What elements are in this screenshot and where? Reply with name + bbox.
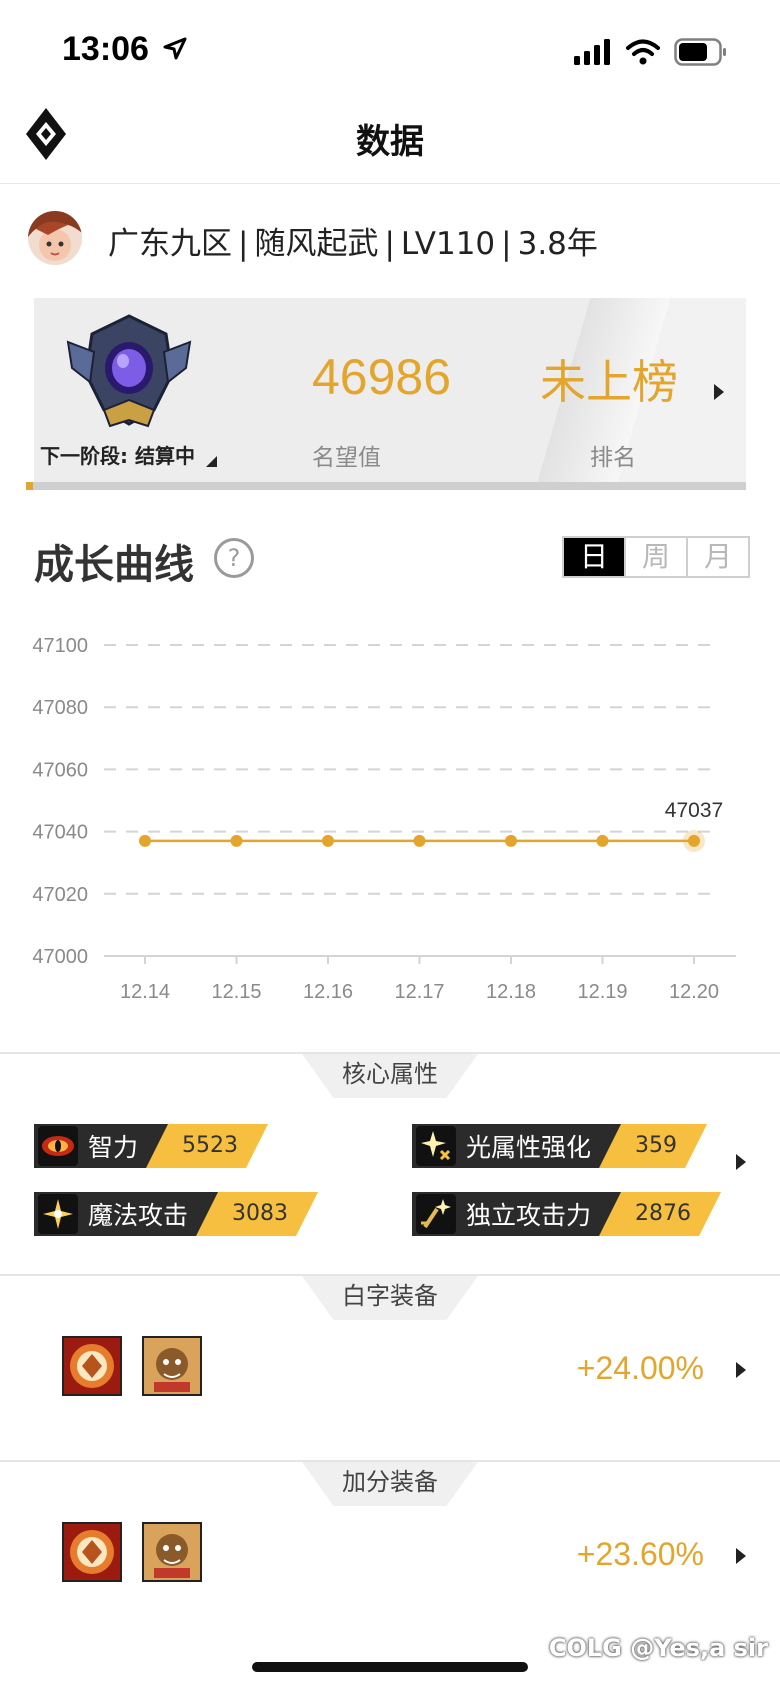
period-tabs: 日 周 月: [562, 536, 750, 578]
nav-divider: [0, 183, 780, 184]
bonus-equipment-row[interactable]: +23.60%: [0, 1506, 780, 1606]
white-equipment-title: 白字装备: [302, 1276, 478, 1320]
next-stage-dropdown-icon[interactable]: [206, 456, 217, 467]
x-tick-label: 12.17: [394, 981, 444, 1003]
attr-label: 光属性强化: [466, 1133, 592, 1162]
rank-card[interactable]: 下一阶段: 结算中 46986 名望值 未上榜 排名: [34, 298, 746, 482]
light-sparkle-icon: [416, 1126, 456, 1166]
y-tick-label: 47060: [32, 759, 88, 781]
y-tick-label: 47080: [32, 697, 88, 719]
data-point: [139, 834, 151, 847]
status-time-text: 13:06: [62, 30, 149, 68]
help-icon[interactable]: ?: [214, 538, 254, 578]
x-tick-label: 12.16: [303, 981, 353, 1003]
next-stage-text: 下一阶段: 结算中: [40, 444, 195, 468]
y-tick-label: 47020: [32, 884, 88, 906]
tab-day[interactable]: 日: [564, 538, 624, 576]
rank-value: 未上榜: [540, 355, 678, 409]
attr-intelligence: 智力 5523: [34, 1124, 268, 1168]
tab-week[interactable]: 周: [624, 538, 686, 576]
x-tick-label: 12.14: [120, 981, 170, 1003]
attr-label-box: 魔法攻击: [34, 1192, 219, 1236]
fame-label: 名望值: [312, 445, 381, 471]
rank-label: 排名: [590, 445, 636, 471]
data-point: [505, 834, 517, 847]
fame-value: 46986: [312, 349, 452, 405]
battery-icon: [674, 38, 726, 66]
sword-sparkle-icon: [416, 1194, 456, 1234]
growth-chart: 47000 47020 47040 47060 47080 47100 12.14 12.15…: [32, 635, 736, 1003]
x-tick-label: 12.15: [211, 981, 261, 1003]
attr-label-box: 光属性强化: [412, 1124, 622, 1168]
rank-progress-bar: [26, 482, 746, 490]
growth-title: 成长曲线: [34, 542, 194, 588]
profile-level: LV110: [400, 226, 496, 262]
attr-label: 智力: [88, 1133, 139, 1162]
separator: |: [384, 226, 395, 262]
magic-sparkle-icon: [38, 1194, 78, 1234]
attr-magic-attack: 魔法攻击 3083: [34, 1192, 318, 1236]
equipment-creature-icon: [142, 1336, 202, 1396]
page-title: 数据: [356, 122, 424, 162]
bonus-equipment-title: 加分装备: [302, 1462, 478, 1506]
rank-arrow-icon[interactable]: [714, 384, 724, 400]
attr-independent-attack: 独立攻击力 2876: [412, 1192, 721, 1236]
rank-badge-icon: [66, 314, 192, 428]
equipment-emblem-icon: [62, 1336, 122, 1396]
bonus-equipment-arrow-icon[interactable]: [736, 1548, 746, 1564]
section-divider: [0, 1274, 780, 1276]
data-point: [688, 834, 700, 847]
data-point: [322, 834, 334, 847]
data-point: [596, 834, 609, 847]
attr-label: 魔法攻击: [88, 1201, 189, 1230]
core-attributes-title: 核心属性: [302, 1054, 478, 1098]
attr-label-box: 独立攻击力: [412, 1192, 622, 1236]
data-point: [230, 834, 243, 847]
watermark: COLG @Yes,a sir: [548, 1634, 768, 1662]
cellular-signal-icon: [574, 39, 610, 65]
wifi-icon: [626, 39, 660, 65]
home-indicator[interactable]: [252, 1662, 528, 1672]
white-equipment-row[interactable]: +24.00%: [0, 1320, 780, 1420]
location-arrow-icon: [163, 37, 187, 60]
profile-server: 广东九区: [108, 226, 232, 262]
bonus-equipment-percent: +23.60%: [576, 1536, 704, 1572]
avatar-image: [28, 211, 82, 265]
separator: |: [501, 226, 512, 262]
profile-info: 广东九区 | 随风起武 | LV110 | 3.8年: [108, 218, 598, 263]
attr-light-enhance: 光属性强化 359: [412, 1124, 707, 1168]
eye-icon: [38, 1126, 78, 1166]
status-time: 13:06: [62, 30, 188, 69]
section-divider: [0, 1052, 780, 1054]
status-icons: [574, 38, 728, 66]
separator: |: [238, 226, 249, 262]
profile-years: 3.8年: [517, 226, 598, 262]
y-tick-label: 47100: [32, 635, 88, 657]
avatar[interactable]: [28, 211, 82, 265]
rank-progress-fill: [26, 482, 34, 490]
section-divider: [0, 1460, 780, 1462]
white-equipment-percent: +24.00%: [576, 1350, 704, 1386]
white-equipment-arrow-icon[interactable]: [736, 1362, 746, 1378]
core-attributes-arrow-icon[interactable]: [736, 1154, 746, 1170]
tab-month[interactable]: 月: [686, 538, 748, 576]
x-tick-label: 12.19: [577, 981, 627, 1003]
x-tick-label: 12.20: [669, 981, 719, 1003]
x-tick-label: 12.18: [486, 981, 536, 1003]
attr-label-box: 智力: [34, 1124, 169, 1168]
equipment-creature-icon: [142, 1522, 202, 1582]
equipment-emblem-icon: [62, 1522, 122, 1582]
y-tick-label: 47040: [32, 822, 88, 844]
profile-character: 随风起武: [254, 226, 379, 262]
data-point: [413, 834, 426, 847]
y-tick-label: 47000: [32, 946, 88, 968]
data-label: 47037: [665, 799, 723, 822]
attr-label: 独立攻击力: [466, 1201, 592, 1230]
